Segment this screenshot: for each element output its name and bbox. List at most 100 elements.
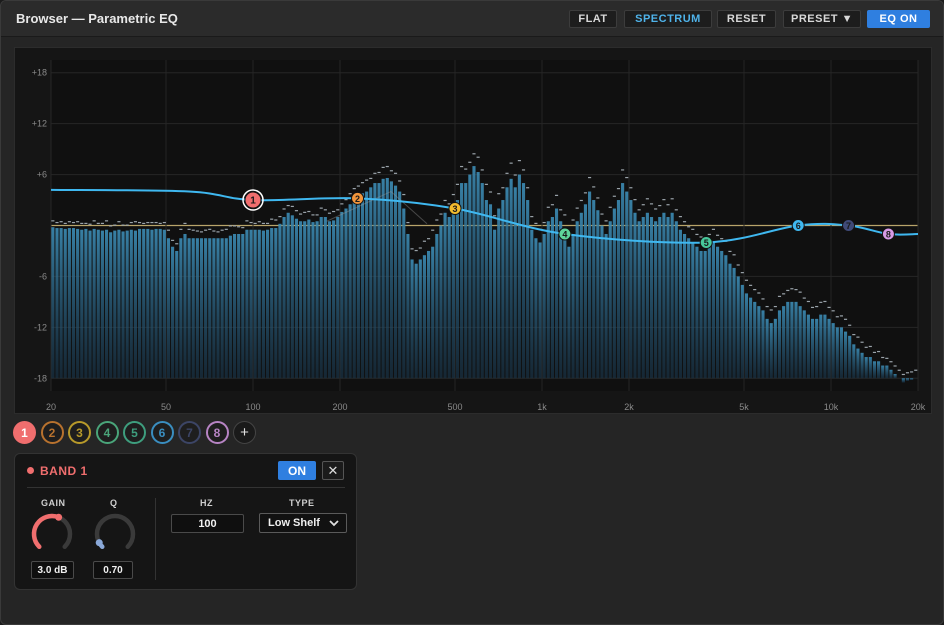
- band-select-2[interactable]: 2: [40, 421, 64, 444]
- eq-node-1[interactable]: 1: [242, 189, 264, 211]
- eq-node-8[interactable]: 8: [881, 227, 895, 241]
- band-select-6[interactable]: 6: [150, 421, 174, 444]
- spectrum-button[interactable]: SPECTRUM: [624, 10, 712, 28]
- spectrum-bar: [92, 228, 96, 379]
- filter-type-select[interactable]: Low Shelf: [259, 513, 347, 533]
- spectrum-peak: [773, 305, 777, 308]
- spectrum-bar: [645, 212, 649, 379]
- eq-node-2[interactable]: 2: [351, 191, 365, 205]
- spectrum-peak: [228, 225, 232, 227]
- spectrum-bar: [864, 357, 868, 379]
- band-select-8[interactable]: 8: [205, 421, 229, 444]
- spectrum-bar: [204, 238, 208, 379]
- spectrum-bar: [794, 301, 798, 379]
- spectrum-peak: [414, 249, 418, 252]
- eq-node-7[interactable]: 7: [842, 219, 856, 232]
- spectrum-bar: [245, 229, 249, 379]
- spectrum-peak: [389, 170, 393, 172]
- spectrum-bar: [682, 233, 687, 379]
- eq-node-6[interactable]: 6: [791, 219, 805, 232]
- spectrum-peak: [823, 300, 827, 303]
- spectrum-peak: [199, 231, 204, 233]
- spectrum-bar: [208, 238, 212, 379]
- eq-graph[interactable]: +18 +12 +6 -6 -12 -18 20 50 100 200 500 1k 2k 5k 10k 20…: [14, 47, 932, 414]
- frequency-input[interactable]: 100: [171, 514, 244, 533]
- spectrum-bar: [270, 228, 274, 379]
- spectrum-bar: [625, 191, 629, 379]
- x-tick-label: 2k: [624, 402, 634, 412]
- spectrum-peak: [464, 168, 468, 170]
- spectrum-peak: [117, 221, 121, 223]
- spectrum-peak: [460, 165, 464, 168]
- spectrum-peak: [744, 279, 749, 281]
- spectrum-bar: [138, 228, 142, 379]
- spectrum-bar: [133, 230, 137, 379]
- spectrum-bar: [63, 228, 67, 379]
- eq-graph-canvas[interactable]: +18 +12 +6 -6 -12 -18 20 50 100 200 500 1k 2k 5k 10k 20…: [15, 48, 931, 413]
- y-tick-label: +12: [32, 119, 47, 129]
- eq-node-4[interactable]: 4: [558, 227, 572, 241]
- spectrum-bar: [749, 297, 753, 379]
- spectrum-peak: [881, 356, 885, 359]
- spectrum-peak: [728, 250, 732, 253]
- spectrum-bar: [369, 187, 373, 379]
- band-select-1[interactable]: 1: [13, 421, 36, 444]
- gain-knob[interactable]: [28, 510, 76, 558]
- x-tick-label: 50: [161, 402, 171, 412]
- eq-on-button[interactable]: EQ ON: [867, 10, 930, 28]
- band-select-4[interactable]: 4: [95, 421, 119, 444]
- node-label: 4: [562, 229, 567, 239]
- close-icon[interactable]: ✕: [322, 461, 344, 480]
- add-band-button[interactable]: +: [233, 421, 256, 444]
- node-label: 7: [846, 221, 851, 231]
- spectrum-bar: [447, 217, 451, 379]
- spectrum-bar: [274, 228, 278, 379]
- spectrum-peak: [905, 372, 910, 374]
- band-select-5[interactable]: 5: [123, 421, 146, 444]
- spectrum-peak: [629, 187, 633, 189]
- spectrum-peak: [241, 227, 245, 229]
- spectrum-bar: [332, 220, 336, 379]
- x-tick-label: 10k: [824, 402, 839, 412]
- spectrum-bar: [356, 195, 360, 379]
- spectrum-peak: [790, 288, 794, 290]
- spectrum-bar: [455, 200, 460, 379]
- band-on-toggle[interactable]: ON: [278, 461, 316, 480]
- spectrum-bar: [311, 222, 315, 379]
- spectrum-peak: [554, 194, 559, 196]
- spectrum-bar: [344, 208, 348, 379]
- spectrum-bar: [88, 230, 92, 379]
- spectrum-peak: [340, 203, 344, 205]
- gain-value[interactable]: 3.0 dB: [31, 561, 74, 579]
- spectrum-bar: [910, 378, 914, 380]
- x-tick-label: 200: [332, 402, 347, 412]
- spectrum-bar: [179, 238, 183, 379]
- q-knob[interactable]: [91, 510, 139, 558]
- spectrum-peak: [59, 221, 63, 223]
- spectrum-bar: [654, 221, 658, 379]
- spectrum-bar: [187, 238, 191, 379]
- spectrum-bar: [154, 228, 158, 379]
- hz-label: HZ: [200, 498, 213, 508]
- eq-node-5[interactable]: 5: [699, 235, 713, 249]
- reset-button[interactable]: RESET: [717, 10, 776, 28]
- spectrum-bar: [129, 229, 133, 379]
- spectrum-peak: [100, 222, 104, 225]
- spectrum-bar: [905, 378, 910, 381]
- spectrum-peak: [138, 221, 142, 224]
- preset-dropdown[interactable]: PRESET ▼: [783, 10, 861, 28]
- spectrum-peak: [84, 222, 88, 225]
- band-select-3[interactable]: 3: [68, 421, 91, 444]
- spectrum-peak: [237, 226, 241, 228]
- spectrum-bar: [377, 183, 381, 379]
- q-value[interactable]: 0.70: [93, 561, 133, 579]
- flat-button[interactable]: FLAT: [569, 10, 617, 28]
- eq-node-3[interactable]: 3: [448, 202, 462, 216]
- spectrum-peak: [158, 222, 162, 225]
- spectrum-peak: [373, 172, 377, 174]
- band-select-7[interactable]: 7: [178, 421, 201, 444]
- spectrum-peak: [187, 228, 191, 230]
- spectrum-bar: [621, 183, 625, 379]
- spectrum-peak: [786, 289, 790, 292]
- spectrum-peak: [769, 309, 773, 311]
